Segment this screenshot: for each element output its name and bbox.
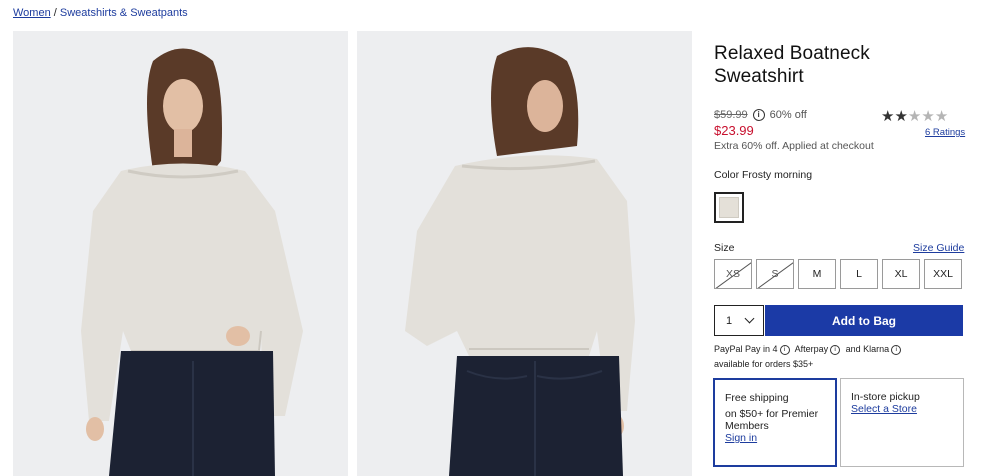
star-icon: ★ xyxy=(881,108,895,125)
quantity-value: 1 xyxy=(726,314,733,327)
star-icon: ★ xyxy=(921,108,935,125)
product-image-back[interactable] xyxy=(357,31,692,476)
info-icon[interactable]: i xyxy=(891,344,902,355)
and-label: and xyxy=(845,344,861,354)
size-option-s[interactable]: S xyxy=(756,259,794,289)
color-swatch-frosty-morning[interactable] xyxy=(714,192,744,223)
star-icon: ★ xyxy=(934,108,949,125)
size-option-xs[interactable]: XS xyxy=(714,259,752,289)
sale-price: $23.99 xyxy=(714,123,754,138)
product-title-line1: Relaxed Boatneck xyxy=(714,43,870,64)
breadcrumb-sweatshirts-link[interactable]: Sweatshirts & Sweatpants xyxy=(60,7,188,19)
breadcrumb-separator: / xyxy=(53,7,57,19)
klarna-label: Klarna xyxy=(863,344,890,354)
swatch-fill xyxy=(719,197,739,218)
size-guide-link[interactable]: Size Guide xyxy=(913,242,964,254)
info-icon[interactable]: i xyxy=(779,344,790,355)
shipping-desc: on $50+ for Premier Members xyxy=(725,408,819,432)
afterpay-label: Afterpay xyxy=(794,344,829,354)
original-price: $59.99 xyxy=(714,109,748,121)
color-label: Color Frosty morning xyxy=(714,169,813,181)
paypal-label: PayPal Pay in 4 xyxy=(714,344,778,354)
size-option-xl[interactable]: XL xyxy=(882,259,920,289)
extra-discount-note: Extra 60% off. Applied at checkout xyxy=(714,140,874,152)
chevron-down-icon xyxy=(744,313,755,324)
size-option-xxl[interactable]: XXL xyxy=(924,259,962,289)
breadcrumb-women-link[interactable]: Women xyxy=(13,7,51,19)
breadcrumb: Women / Sweatshirts & Sweatpants xyxy=(13,7,188,19)
sign-in-link[interactable]: Sign in xyxy=(725,432,757,444)
product-image-front[interactable] xyxy=(13,31,348,476)
price-row: $59.99 i 60% off xyxy=(714,109,807,121)
size-option-l[interactable]: L xyxy=(840,259,878,289)
payment-availability: available for orders $35+ xyxy=(714,359,814,369)
pickup-title: In-store pickup xyxy=(851,391,920,403)
star-rating[interactable]: ★★★★★ xyxy=(881,109,948,125)
info-icon[interactable]: i xyxy=(752,109,765,121)
shipping-title: Free shipping xyxy=(725,392,789,404)
select-store-link[interactable]: Select a Store xyxy=(851,403,917,415)
add-to-bag-button[interactable]: Add to Bag xyxy=(765,305,963,336)
discount-label: 60% off xyxy=(769,109,807,121)
free-shipping-option[interactable]: Free shipping on $50+ for Premier Member… xyxy=(713,378,837,467)
ratings-link[interactable]: 6 Ratings xyxy=(925,127,965,138)
size-options: XS S M L XL XXL xyxy=(714,259,962,289)
product-info: Relaxed Boatneck Sweatshirt xyxy=(714,42,964,88)
store-pickup-option[interactable]: In-store pickup Select a Store xyxy=(840,378,964,467)
info-icon[interactable]: i xyxy=(830,344,841,355)
size-option-m[interactable]: M xyxy=(798,259,836,289)
star-icon: ★ xyxy=(907,108,922,125)
size-label: Size xyxy=(714,242,735,254)
product-title-line2: Sweatshirt xyxy=(714,66,804,87)
star-icon: ★ xyxy=(894,108,908,125)
quantity-select[interactable]: 1 xyxy=(714,305,764,336)
payment-options: PayPal Pay in 4i Afterpay i and Klarna i a… xyxy=(714,342,964,372)
product-title: Relaxed Boatneck Sweatshirt xyxy=(714,42,964,88)
